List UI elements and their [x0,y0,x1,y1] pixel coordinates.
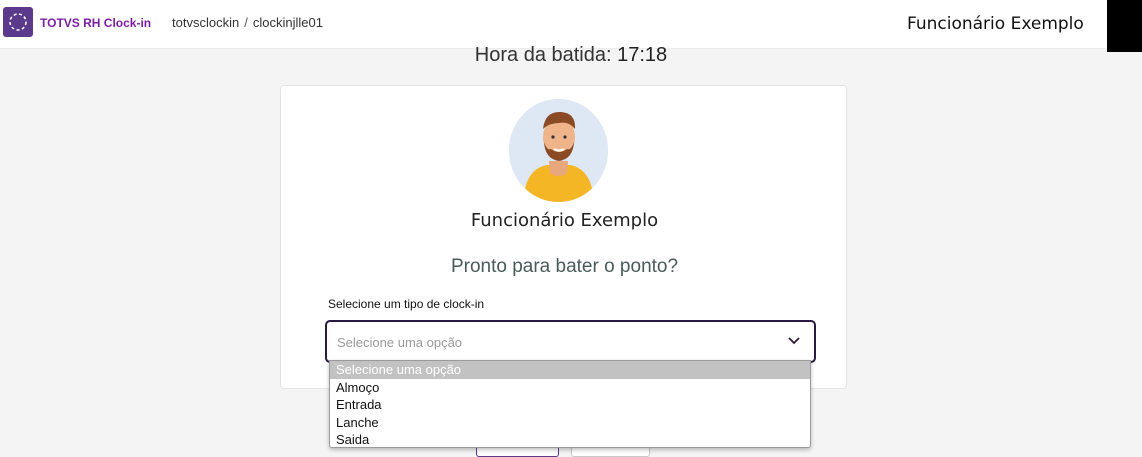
chevron-down-icon [788,337,800,345]
register-button[interactable] [476,447,559,457]
clock-time: Hora da batida: 17:18 [0,44,1142,66]
person-avatar-icon [509,99,608,202]
clock-logo-icon [9,13,27,31]
option-saida[interactable]: Saida [330,431,810,449]
clock-in-type-label: Selecione um tipo de clock-in [328,297,485,311]
clock-in-type-options: Selecione uma opção Almoço Entrada Lanch… [329,360,811,448]
employee-name: Funcionário Exemplo [470,210,659,231]
breadcrumb-item-tenant[interactable]: totvsclockin [172,15,239,30]
header-user-name[interactable]: Funcionário Exemplo [907,14,1084,34]
employee-avatar [509,99,608,202]
breadcrumb-item-device[interactable]: clockinjlle01 [253,15,323,30]
breadcrumb: totvsclockin / clockinjlle01 [172,15,323,30]
app-name[interactable]: TOTVS RH Clock-in [40,16,151,30]
option-lanche[interactable]: Lanche [330,414,810,432]
top-bar: TOTVS RH Clock-in totvsclockin / clockinjl… [0,0,1142,52]
clock-in-prompt: Pronto para bater o ponto? [450,256,679,277]
clock-time-value: 17:18 [617,44,668,66]
cancel-button[interactable] [571,447,650,457]
option-placeholder[interactable]: Selecione uma opção [330,361,810,379]
clock-time-label: Hora da batida: [474,44,612,66]
option-almoco[interactable]: Almoço [330,379,810,397]
app-logo[interactable] [3,7,33,37]
clock-in-type-select[interactable]: Selecione uma opção [325,320,816,363]
breadcrumb-separator: / [244,15,248,30]
clock-in-card: Funcionário Exemplo Pronto para bater o … [280,85,847,389]
select-placeholder: Selecione uma opção [337,335,463,350]
option-entrada[interactable]: Entrada [330,396,810,414]
